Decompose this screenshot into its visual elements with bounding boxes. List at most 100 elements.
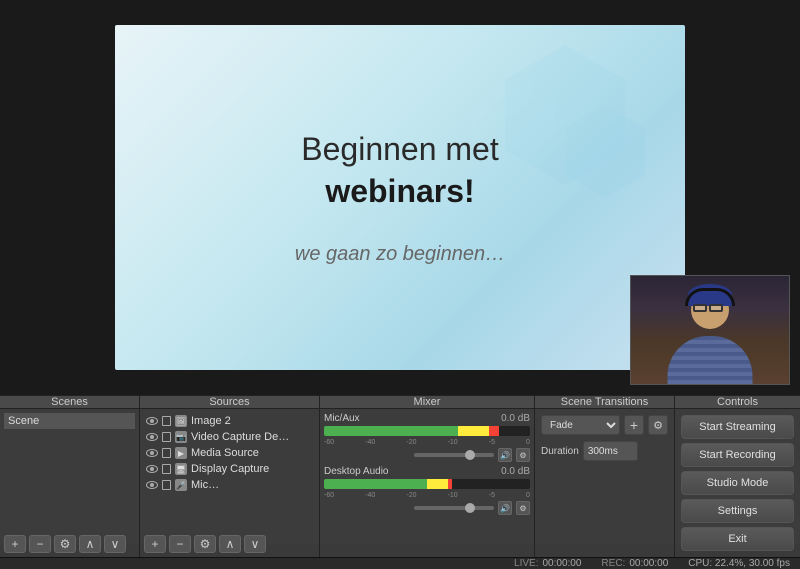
scene-down-button[interactable]: ∨ (104, 535, 126, 553)
studio-mode-button[interactable]: Studio Mode (681, 471, 794, 495)
source-item[interactable]: 🖥 Display Capture (144, 461, 315, 477)
lock-icon (162, 480, 171, 490)
mixer-controls-desktop: 🔊 ⚙ (324, 501, 530, 515)
scenes-section-header: Scenes (0, 396, 140, 408)
meter-labels-desktop: -60 -40 -20 -10 -5 0 (324, 492, 530, 499)
source-item[interactable]: ▶ Media Source (144, 445, 315, 461)
controls-section-header: Controls (675, 396, 800, 408)
eye-icon (146, 433, 158, 441)
mixer-meter-desktop (324, 479, 530, 489)
start-streaming-button[interactable]: Start Streaming (681, 415, 794, 439)
mixer-section-header: Mixer (320, 396, 535, 408)
live-status: LIVE: 00:00:00 (514, 558, 581, 569)
lock-icon (162, 432, 171, 442)
mixer-channel-header: Mic/Aux 0.0 dB (324, 413, 530, 424)
mixer-meter-mic (324, 426, 530, 436)
transitions-panel: Fade + ⚙ Duration (535, 409, 675, 557)
eye-icon (146, 449, 158, 457)
source-item[interactable]: 📷 Video Capture De… (144, 429, 315, 445)
cpu-status: CPU: 22.4%, 30.00 fps (688, 558, 790, 569)
transition-type-select[interactable]: Fade (541, 415, 620, 435)
mixer-channel-desktop: Desktop Audio 0.0 dB -60 -40 -20 -10 -5 (324, 466, 530, 515)
volume-slider-mic[interactable] (414, 453, 494, 457)
sources-panel: 🖼 Image 2 📷 Video Capture De… ▶ Media So… (140, 409, 320, 557)
source-up-button[interactable]: ∧ (219, 535, 241, 553)
live-label: LIVE: (514, 558, 538, 569)
mixer-panel: Mic/Aux 0.0 dB -60 -40 -20 -10 -5 (320, 409, 535, 557)
meter-labels: -60 -40 -20 -10 -5 0 (324, 439, 530, 446)
eye-icon (146, 417, 158, 425)
transition-select-row: Fade + ⚙ (541, 415, 668, 435)
add-source-button[interactable]: + (144, 535, 166, 553)
rec-time: 00:00:00 (629, 558, 668, 569)
lock-icon (162, 416, 171, 426)
source-type-icon: 📷 (175, 431, 187, 443)
webcam-overlay (630, 275, 790, 385)
eye-icon (146, 481, 158, 489)
mixer-controls-mic: 🔊 ⚙ (324, 448, 530, 462)
sources-list: 🖼 Image 2 📷 Video Capture De… ▶ Media So… (144, 413, 315, 531)
meter-yellow (427, 479, 448, 489)
slide-subtitle: we gaan zo beginnen… (295, 243, 505, 266)
source-type-icon: ▶ (175, 447, 187, 459)
remove-scene-button[interactable]: − (29, 535, 51, 553)
slide-title-container: Beginnen met webinars! (301, 129, 498, 212)
section-headers: Scenes Sources Mixer Scene Transitions C… (0, 395, 800, 409)
duration-row: Duration (541, 441, 668, 461)
source-type-icon: 🖼 (175, 415, 187, 427)
volume-thumb-desktop (465, 503, 475, 513)
live-time: 00:00:00 (542, 558, 581, 569)
add-transition-button[interactable]: + (624, 415, 644, 435)
source-item[interactable]: 🖼 Image 2 (144, 413, 315, 429)
scenes-panel: Scene + − ⚙ ∧ ∨ (0, 409, 140, 557)
status-bar: LIVE: 00:00:00 REC: 00:00:00 CPU: 22.4%,… (0, 557, 800, 569)
volume-thumb (465, 450, 475, 460)
mixer-channel-header-desktop: Desktop Audio 0.0 dB (324, 466, 530, 477)
exit-button[interactable]: Exit (681, 527, 794, 551)
add-scene-button[interactable]: + (4, 535, 26, 553)
sources-toolbar: + − ⚙ ∧ ∨ (144, 535, 315, 553)
meter-bar (324, 479, 530, 489)
start-recording-button[interactable]: Start Recording (681, 443, 794, 467)
meter-green (324, 479, 427, 489)
settings-button-desktop[interactable]: ⚙ (516, 501, 530, 515)
mixer-channel-mic: Mic/Aux 0.0 dB -60 -40 -20 -10 -5 (324, 413, 530, 462)
source-item[interactable]: 🎤 Mic… (144, 477, 315, 493)
meter-green (324, 426, 458, 436)
meter-red (448, 479, 452, 489)
mute-button-desktop[interactable]: 🔊 (498, 501, 512, 515)
settings-button[interactable]: Settings (681, 499, 794, 523)
sources-settings-button[interactable]: ⚙ (194, 535, 216, 553)
slide-title-line2: webinars! (301, 171, 498, 213)
transitions-section-header: Scene Transitions (535, 396, 675, 408)
meter-yellow (458, 426, 489, 436)
webcam-person (631, 276, 789, 384)
duration-input[interactable] (583, 441, 638, 461)
scene-up-button[interactable]: ∧ (79, 535, 101, 553)
scenes-list: Scene (4, 413, 135, 531)
preview-area: Beginnen met webinars! we gaan zo beginn… (0, 0, 800, 395)
scenes-settings-button[interactable]: ⚙ (54, 535, 76, 553)
cpu-info: CPU: 22.4%, 30.00 fps (688, 558, 790, 569)
lock-icon (162, 448, 171, 458)
transition-settings-button[interactable]: ⚙ (648, 415, 668, 435)
meter-red (489, 426, 499, 436)
source-type-icon: 🎤 (175, 479, 187, 491)
duration-label: Duration (541, 446, 579, 457)
scenes-toolbar: + − ⚙ ∧ ∨ (4, 535, 135, 553)
source-type-icon: 🖥 (175, 463, 187, 475)
source-down-button[interactable]: ∨ (244, 535, 266, 553)
settings-button-mic[interactable]: ⚙ (516, 448, 530, 462)
slide-title-line1: Beginnen met (301, 129, 498, 171)
controls-panel: Start Streaming Start Recording Studio M… (675, 409, 800, 557)
bottom-panel: Scenes Sources Mixer Scene Transitions C… (0, 395, 800, 544)
sources-section-header: Sources (140, 396, 320, 408)
slide-preview: Beginnen met webinars! we gaan zo beginn… (115, 25, 685, 370)
mute-button-mic[interactable]: 🔊 (498, 448, 512, 462)
eye-icon (146, 465, 158, 473)
scene-item[interactable]: Scene (4, 413, 135, 429)
remove-source-button[interactable]: − (169, 535, 191, 553)
rec-status: REC: 00:00:00 (601, 558, 668, 569)
lock-icon (162, 464, 171, 474)
volume-slider-desktop[interactable] (414, 506, 494, 510)
